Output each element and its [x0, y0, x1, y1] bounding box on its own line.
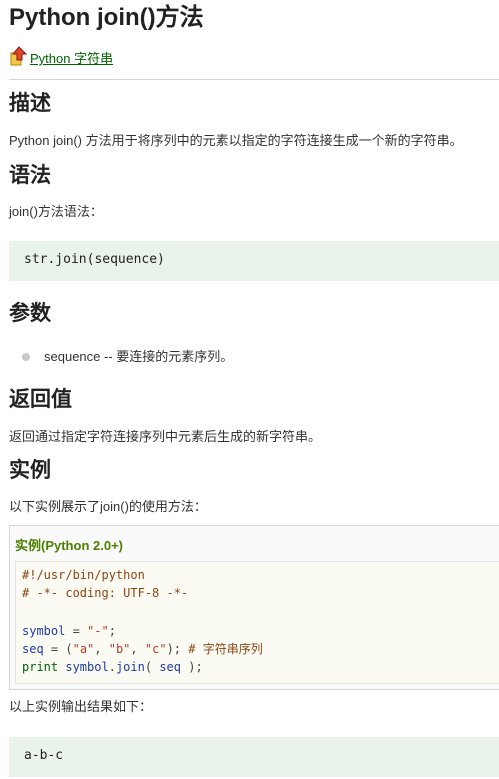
output-code-block: a-b-c — [9, 737, 499, 777]
code-token: , — [94, 642, 109, 656]
page-title: Python join()方法 — [9, 4, 204, 31]
code-token: "c" — [144, 642, 167, 656]
code-token: seq — [22, 642, 44, 656]
code-token: . — [108, 660, 116, 674]
code-line-coding: # -*- coding: UTF-8 -*- — [22, 586, 189, 600]
code-token: join — [115, 660, 145, 674]
output-intro: 以上实例输出结果如下： — [9, 699, 153, 714]
syntax-code: str.join(sequence) — [24, 252, 165, 267]
code-line-print: print symbol.join( seq ); — [22, 659, 203, 675]
up-arrow-icon[interactable] — [9, 45, 29, 67]
code-token: , — [130, 642, 145, 656]
code-line-seq: seq = ("a", "b", "c"); # 字符串序列 — [22, 641, 263, 657]
code-token: "b" — [108, 642, 131, 656]
output-code: a-b-c — [24, 748, 64, 763]
example-intro: 以下实例展示了join()的使用方法： — [9, 499, 207, 514]
back-link-label[interactable]: Python 字符串 — [30, 51, 113, 67]
syntax-intro: join()方法语法： — [9, 204, 103, 219]
description-text: Python join() 方法用于将序列中的元素以指定的字符连接生成一个新的字… — [9, 133, 463, 148]
code-line-symbol: symbol = "-"; — [22, 623, 116, 639]
code-token: ; — [108, 624, 116, 638]
code-token: ); — [181, 660, 203, 674]
section-heading-return: 返回值 — [9, 388, 72, 411]
code-token: # 字符串序列 — [188, 642, 263, 656]
code-token: seq — [159, 660, 181, 674]
code-token: = ( — [43, 642, 73, 656]
page: Python join()方法 Python 字符串 描述 Python joi… — [0, 0, 499, 779]
code-token: symbol — [65, 660, 109, 674]
param-item: sequence -- 要连接的元素序列。 — [44, 349, 234, 364]
return-text: 返回通过指定字符连接序列中元素后生成的新字符串。 — [9, 429, 322, 444]
example-box: 实例(Python 2.0+) #!/usr/bin/python # -*- … — [9, 525, 499, 690]
syntax-code-block: str.join(sequence) — [9, 241, 499, 281]
code-token: = — [65, 624, 88, 638]
code-line-shebang: #!/usr/bin/python — [22, 568, 145, 582]
section-heading-syntax: 语法 — [9, 164, 51, 187]
code-token: ); — [166, 642, 189, 656]
example-code-block: #!/usr/bin/python # -*- coding: UTF-8 -*… — [15, 561, 499, 684]
code-token: print — [22, 660, 59, 674]
example-box-title: 实例(Python 2.0+) — [15, 538, 123, 553]
divider — [9, 79, 499, 80]
section-heading-description: 描述 — [9, 92, 51, 115]
section-heading-parameters: 参数 — [9, 302, 51, 325]
code-token: "a" — [72, 642, 95, 656]
code-token: "-" — [87, 624, 109, 638]
code-token: ( — [144, 660, 160, 674]
code-token: symbol — [22, 624, 66, 638]
section-heading-example: 实例 — [9, 459, 51, 482]
back-link[interactable]: Python 字符串 — [9, 43, 113, 67]
list-bullet — [22, 353, 30, 361]
